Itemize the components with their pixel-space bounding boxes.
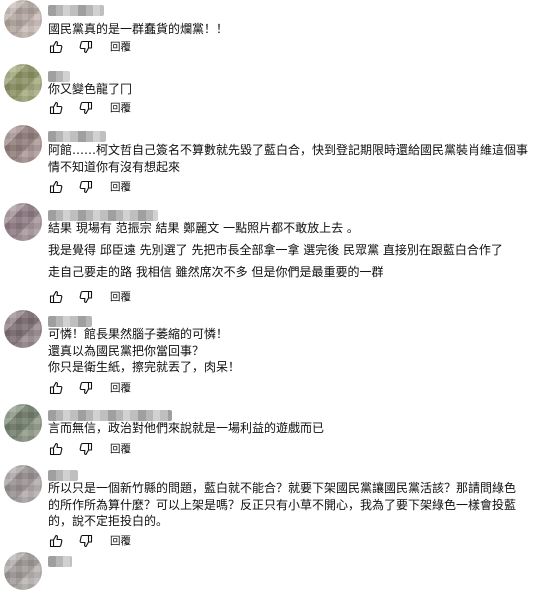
comment-text-line: 我是覺得 邱臣遠 先別選了 先把市長全部拿一拿 選完後 民眾黨 直接別在跟藍白合… xyxy=(48,243,503,257)
thumbs-up-icon[interactable] xyxy=(48,533,64,549)
avatar[interactable] xyxy=(4,0,42,38)
comment-text-line: 情不知道你有沒有想起來 xyxy=(48,160,181,174)
comment-text-line: 阿館……柯文哲自己簽名不算數就先毀了藍白合，快到登記期限時還給國民黨裝肖維這個事 xyxy=(48,143,529,157)
reply-button[interactable]: 回覆 xyxy=(110,100,131,116)
comment-text-line: 還真以為國民黨把你當回事？ xyxy=(48,344,205,358)
avatar[interactable] xyxy=(4,310,42,348)
thumbs-up-icon[interactable] xyxy=(48,39,64,55)
comment-text-line: 走自己要走的路 我相信 雖然席次不多 但是你們是最重要的一群 xyxy=(48,265,384,279)
thumbs-down-icon[interactable] xyxy=(78,39,94,55)
thumbs-up-icon[interactable] xyxy=(48,380,64,396)
comment-text-line: 結果 現場有 范振宗 結果 鄭麗文 一點照片都不敢放上去 。 xyxy=(48,221,359,235)
author-name-blurred[interactable] xyxy=(48,5,104,16)
comment-text-line: 的所作所為算什麼？可以上架是嗎？反正只有小草不開心，我為了要下架綠色一樣會投藍 xyxy=(48,498,517,512)
reply-button[interactable]: 回覆 xyxy=(110,39,131,55)
comment-text-line: 可憐！館長果然腦子萎縮的可憐！ xyxy=(48,327,229,341)
author-name-blurred[interactable] xyxy=(48,210,158,221)
thumbs-up-icon[interactable] xyxy=(48,100,64,116)
thumbs-down-icon[interactable] xyxy=(78,289,94,305)
reply-button[interactable]: 回覆 xyxy=(110,179,131,195)
author-name-blurred[interactable] xyxy=(48,71,70,82)
thumbs-down-icon[interactable] xyxy=(78,441,94,457)
thumbs-up-icon[interactable] xyxy=(48,441,64,457)
thumbs-up-icon[interactable] xyxy=(48,179,64,195)
reply-button[interactable]: 回覆 xyxy=(110,289,131,305)
author-name-blurred[interactable] xyxy=(48,556,72,567)
comment-actions: 回覆 xyxy=(48,100,131,116)
thumbs-down-icon[interactable] xyxy=(78,533,94,549)
comment-actions: 回覆 xyxy=(48,533,131,549)
comment-actions: 回覆 xyxy=(48,39,131,55)
avatar[interactable] xyxy=(4,125,42,163)
comment-actions: 回覆 xyxy=(48,179,131,195)
comment-actions: 回覆 xyxy=(48,441,131,457)
thumbs-down-icon[interactable] xyxy=(78,380,94,396)
avatar[interactable] xyxy=(4,64,42,102)
avatar[interactable] xyxy=(4,552,42,590)
author-name-blurred[interactable] xyxy=(48,470,78,481)
reply-button[interactable]: 回覆 xyxy=(110,533,131,549)
comment-text-line: 言而無信，政治對他們來說就是一場利益的遊戲而已 xyxy=(48,421,325,435)
comment-text-line: 所以只是一個新竹縣的問題，藍白就不能合？就要下架國民黨讓國民黨活該？那請問綠色 xyxy=(48,481,517,495)
thumbs-down-icon[interactable] xyxy=(78,100,94,116)
comment-text-line: 你只是衛生紙，擦完就丟了，肉呆！ xyxy=(48,360,241,374)
reply-button[interactable]: 回覆 xyxy=(110,380,131,396)
comment-actions: 回覆 xyxy=(48,380,131,396)
author-name-blurred[interactable] xyxy=(48,410,172,421)
avatar[interactable] xyxy=(4,203,42,241)
comment-text-line: 的，說不定拒投白的。 xyxy=(48,514,169,528)
comment-text-line: 你又變色龍了冂 xyxy=(48,82,133,96)
comment-text-line: 國民黨真的是一群蠢貨的爛黨！！ xyxy=(48,22,229,36)
author-name-blurred[interactable] xyxy=(48,316,92,327)
thumbs-up-icon[interactable] xyxy=(48,289,64,305)
thumbs-down-icon[interactable] xyxy=(78,179,94,195)
author-name-blurred[interactable] xyxy=(48,131,106,142)
avatar[interactable] xyxy=(4,465,42,503)
avatar[interactable] xyxy=(4,404,42,442)
reply-button[interactable]: 回覆 xyxy=(110,441,131,457)
comment-actions: 回覆 xyxy=(48,289,131,305)
